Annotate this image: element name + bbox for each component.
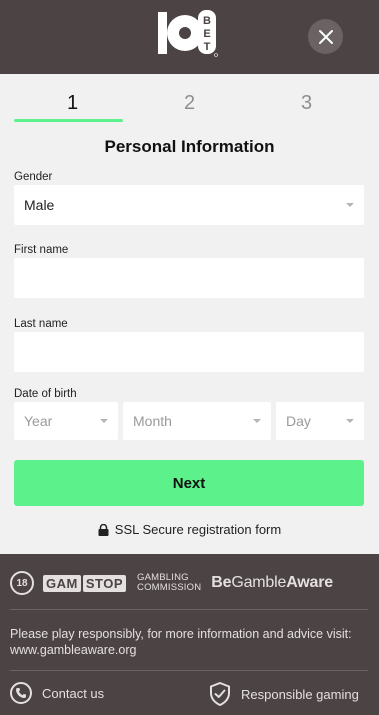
step-3: 3 <box>300 92 313 114</box>
step-2: 2 <box>183 92 196 114</box>
dob-month-select[interactable]: Month <box>123 402 271 440</box>
responsible-gambling-text: Please play responsibly, for more inform… <box>10 627 352 657</box>
chevron-down-icon <box>100 419 108 423</box>
gc-line2: COMMISSION <box>137 582 202 593</box>
gamstop-right: STOP <box>82 574 127 592</box>
gamstop-left: GAM <box>43 574 81 592</box>
svg-text:T: T <box>204 41 211 53</box>
close-button[interactable] <box>308 19 343 54</box>
step-indicator: 1 2 3 <box>14 88 365 122</box>
close-icon <box>318 29 333 44</box>
chevron-down-icon <box>346 203 354 207</box>
gender-label: Gender <box>14 171 53 183</box>
bga-gamble: Gamble <box>231 574 287 591</box>
responsible-gambling-badges: 18 GAM STOP GAMBLING COMMISSION BeGamble… <box>10 568 370 598</box>
age-18-badge: 18 <box>10 571 34 595</box>
gender-value: Male <box>24 197 55 213</box>
svg-text:E: E <box>203 28 210 40</box>
responsible-gaming-link[interactable]: Responsible gaming <box>209 682 359 706</box>
footer: 18 GAM STOP GAMBLING COMMISSION BeGamble… <box>0 554 379 715</box>
dob-day-value: Day <box>286 413 311 429</box>
10bet-logo[interactable]: B E T <box>158 10 220 58</box>
last-name-label: Last name <box>14 318 68 330</box>
dob-year-value: Year <box>24 413 53 429</box>
ssl-text: SSL Secure registration form <box>114 522 282 537</box>
shield-check-icon <box>210 682 230 706</box>
svg-text:B: B <box>203 15 211 27</box>
last-name-input[interactable] <box>14 332 364 372</box>
footer-divider <box>10 670 368 671</box>
contact-us-link[interactable]: Contact us <box>10 682 104 704</box>
gender-select[interactable]: Male <box>14 185 364 225</box>
dob-day-select[interactable]: Day <box>276 402 364 440</box>
gambling-commission-logo[interactable]: GAMBLING COMMISSION <box>137 573 201 593</box>
first-name-label: First name <box>14 244 69 256</box>
dob-year-select[interactable]: Year <box>14 402 118 440</box>
dob-month-value: Month <box>133 413 172 429</box>
chevron-down-icon <box>253 419 261 423</box>
responsible-gaming-label: Responsible gaming <box>241 686 359 702</box>
gamstop-logo[interactable]: GAM STOP <box>43 574 127 592</box>
footer-divider <box>10 609 368 610</box>
chevron-down-icon <box>346 419 354 423</box>
lock-icon <box>98 523 109 536</box>
dob-label: Date of birth <box>14 388 77 400</box>
contact-us-label: Contact us <box>42 685 105 701</box>
first-name-input[interactable] <box>14 258 364 298</box>
step-1: 1 <box>14 88 131 122</box>
form-title: Personal Information <box>104 137 275 156</box>
header: B E T <box>0 0 379 74</box>
bga-aware: Aware <box>286 574 333 591</box>
next-button[interactable]: Next <box>14 460 364 506</box>
phone-icon <box>10 682 32 704</box>
begambleaware-logo[interactable]: BeGambleAware <box>211 574 333 592</box>
bga-be: Be <box>211 574 232 591</box>
ssl-notice: SSL Secure registration form <box>0 522 379 537</box>
